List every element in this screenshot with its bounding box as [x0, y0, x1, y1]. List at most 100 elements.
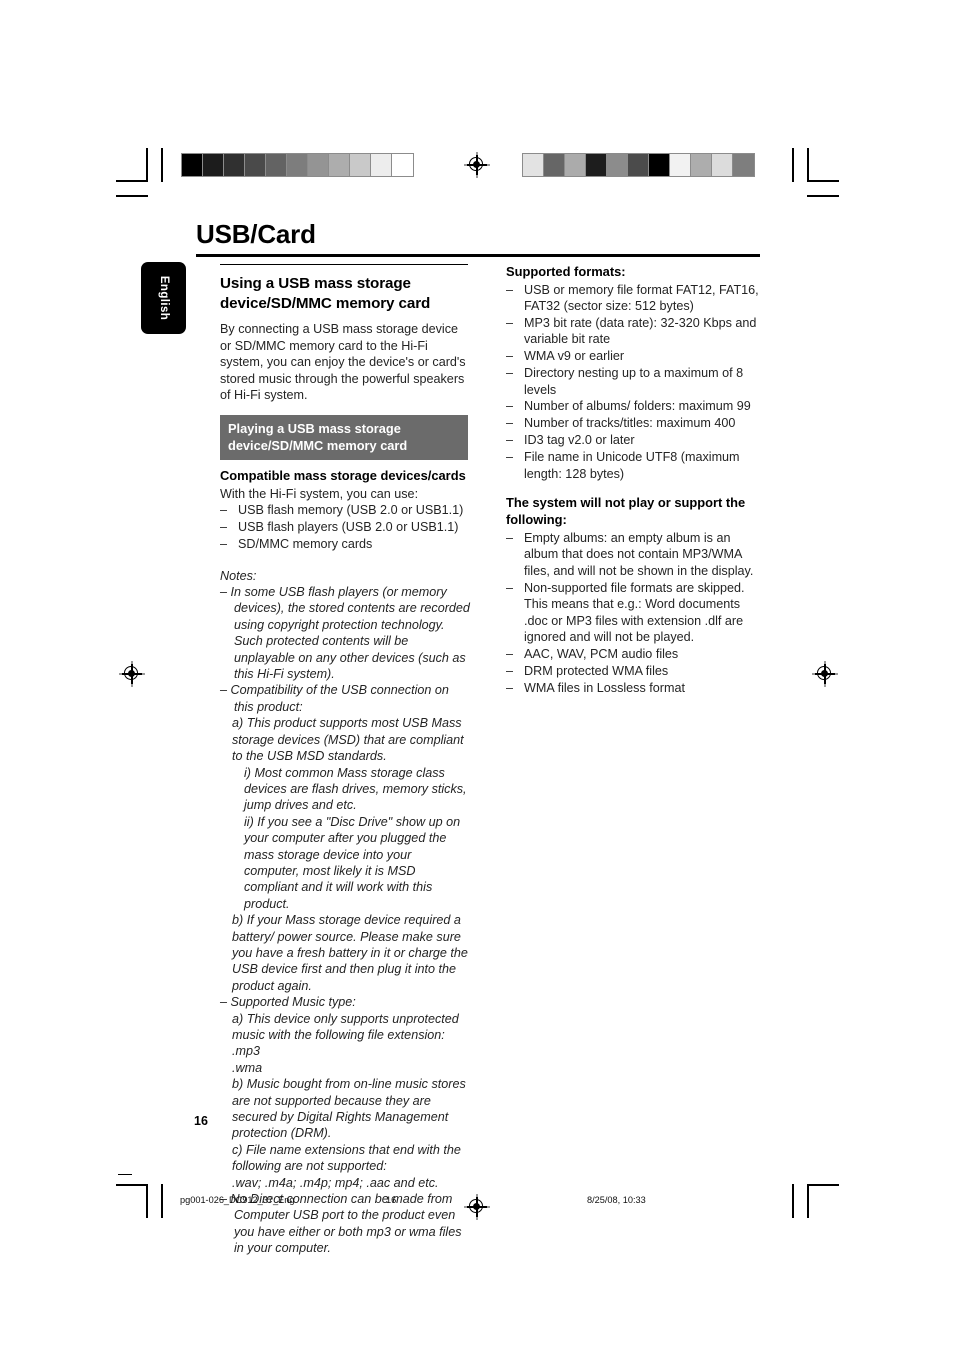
note-paragraph: – Supported Music type: — [220, 995, 356, 1010]
crop-mark-bottom-left-bleed-vertical — [161, 1184, 163, 1218]
note-paragraph: ii) If you see a "Disc Drive" show up on… — [244, 814, 461, 911]
right-column: Supported formats: – USB or memory file f… — [506, 264, 762, 697]
calibration-swatch — [628, 154, 649, 176]
intro-paragraph: By connecting a USB mass storage device … — [220, 322, 466, 403]
list-item: – Number of tracks/titles: maximum 400 — [506, 415, 762, 431]
list-item-label: WMA v9 or earlier — [524, 349, 625, 364]
notes-items: – In some USB flash players (or memory d… — [220, 584, 470, 1257]
list-item-label: Number of tracks/titles: maximum 400 — [524, 416, 736, 431]
dash-bullet-icon: – — [506, 282, 514, 297]
calibration-swatch — [712, 154, 733, 176]
crop-mark-bottom-right-horizontal — [807, 1184, 839, 1186]
page-title: USB/Card — [196, 219, 316, 249]
calibration-swatch — [182, 154, 203, 176]
calibration-swatch — [308, 154, 329, 176]
calibration-swatch — [224, 154, 245, 176]
dash-bullet-icon: – — [506, 366, 514, 381]
note-paragraph: b) Music bought from on-line music store… — [232, 1077, 466, 1141]
unsupported-list: – Empty albums: an empty album is an albu… — [506, 530, 762, 696]
compatible-intro: With the Hi-Fi system, you can use: — [220, 487, 419, 502]
calibration-swatch — [371, 154, 392, 176]
crop-mark-top-right-vertical — [807, 148, 809, 182]
dash-bullet-icon: – — [506, 349, 514, 364]
language-tab: English — [141, 262, 186, 334]
compatible-device-list: – USB flash memory (USB 2.0 or USB1.1) – US… — [220, 502, 470, 552]
list-item-label: SD/MMC memory cards — [238, 537, 373, 552]
note-paragraph: .wma — [232, 1060, 263, 1075]
crop-mark-top-left-vertical — [146, 148, 148, 182]
registration-mark-right-middle — [812, 661, 838, 687]
crop-mark-top-left-bleed-vertical — [161, 148, 163, 182]
list-item: – USB flash memory (USB 2.0 or USB1.1) — [220, 502, 470, 518]
crop-mark-top-right-bleed-horizontal — [807, 195, 839, 197]
calibration-swatch-strip-right — [522, 153, 755, 177]
language-tab-label: English — [157, 275, 170, 321]
list-item-label: Non-supported file formats are skipped. … — [524, 580, 745, 644]
calibration-swatch — [329, 154, 350, 176]
calibration-swatch — [203, 154, 224, 176]
list-item: – WMA v9 or earlier — [506, 348, 762, 364]
list-item: – ID3 tag v2.0 or later — [506, 432, 762, 448]
notes-label: Notes: — [220, 568, 257, 583]
list-item-label: AAC, WAV, PCM audio files — [524, 646, 679, 661]
crop-mark-bottom-left-horizontal — [116, 1184, 148, 1186]
dash-bullet-icon: – — [506, 416, 514, 431]
dash-bullet-icon: – — [506, 646, 514, 661]
list-item-label: MP3 bit rate (data rate): 32-320 Kbps an… — [524, 315, 757, 347]
calibration-swatch — [586, 154, 607, 176]
note-paragraph: a) This device only supports unprotected… — [232, 1011, 459, 1043]
footer-timestamp: 8/25/08, 10:33 — [587, 1195, 646, 1205]
notes-block: Notes: – In some USB flash players (or m… — [220, 568, 470, 1257]
calibration-swatch-strip-left — [181, 153, 414, 177]
section-heading-using-usb: Using a USB mass storage device/SD/MMC m… — [220, 275, 431, 312]
list-item: – MP3 bit rate (data rate): 32-320 Kbps a… — [506, 315, 762, 348]
crop-mark-top-left-horizontal — [116, 180, 148, 182]
note-paragraph: c) File name extensions that end with th… — [232, 1142, 461, 1174]
title-underline-rule — [196, 254, 760, 257]
heading-supported-formats: Supported formats: — [506, 264, 626, 279]
list-item-label: Directory nesting up to a maximum of 8 l… — [524, 366, 744, 397]
section-rule — [220, 264, 468, 266]
registration-mark-left-middle — [119, 661, 145, 687]
calibration-swatch — [649, 154, 670, 176]
calibration-swatch — [266, 154, 287, 176]
list-item-label: USB flash memory (USB 2.0 or USB1.1) — [238, 503, 464, 518]
dash-bullet-icon: – — [220, 503, 228, 518]
footer-filename: pg001-026_DC912_37_Eng — [180, 1195, 295, 1205]
footer-page: 16 — [386, 1195, 397, 1205]
list-item: – USB flash players (USB 2.0 or USB1.1) — [220, 519, 470, 535]
footer-tick-mark — [118, 1174, 132, 1175]
crop-mark-bottom-left-vertical — [146, 1184, 148, 1218]
calibration-swatch — [287, 154, 308, 176]
gray-band-playing-usb: Playing a USB mass storage device/SD/MMC… — [220, 415, 468, 461]
dash-bullet-icon: – — [506, 433, 514, 448]
list-item: – AAC, WAV, PCM audio files — [506, 646, 762, 662]
heading-not-supported: The system will not play or support the … — [506, 495, 746, 528]
list-item-label: WMA files in Lossless format — [524, 680, 685, 695]
dash-bullet-icon: – — [220, 520, 228, 535]
list-item-label: File name in Unicode UTF8 (maximum lengt… — [524, 450, 740, 481]
dash-bullet-icon: – — [506, 315, 514, 330]
list-item: – WMA files in Lossless format — [506, 680, 762, 696]
list-item-label: USB flash players (USB 2.0 or USB1.1) — [238, 520, 459, 535]
list-item: – Directory nesting up to a maximum of 8 … — [506, 365, 762, 398]
dash-bullet-icon: – — [506, 531, 514, 546]
list-item: – File name in Unicode UTF8 (maximum leng… — [506, 449, 762, 482]
crop-mark-top-right-horizontal — [807, 180, 839, 182]
crop-mark-bottom-right-vertical — [807, 1184, 809, 1218]
note-paragraph: b) If your Mass storage device required … — [232, 913, 468, 993]
note-paragraph: .mp3 — [232, 1044, 260, 1059]
dash-bullet-icon: – — [506, 663, 514, 678]
list-item: – DRM protected WMA files — [506, 663, 762, 679]
dash-bullet-icon: – — [506, 680, 514, 695]
note-paragraph: – In some USB flash players (or memory d… — [220, 585, 470, 682]
list-item-label: DRM protected WMA files — [524, 663, 669, 678]
supported-formats-list: – USB or memory file format FAT12, FAT16,… — [506, 282, 762, 482]
note-paragraph: a) This product supports most USB Mass s… — [232, 716, 464, 764]
dash-bullet-icon: – — [506, 450, 514, 465]
dash-bullet-icon: – — [220, 537, 228, 552]
calibration-swatch — [733, 154, 754, 176]
calibration-swatch — [691, 154, 712, 176]
note-paragraph: i) Most common Mass storage class device… — [244, 765, 467, 813]
registration-mark-top-center — [464, 152, 490, 178]
